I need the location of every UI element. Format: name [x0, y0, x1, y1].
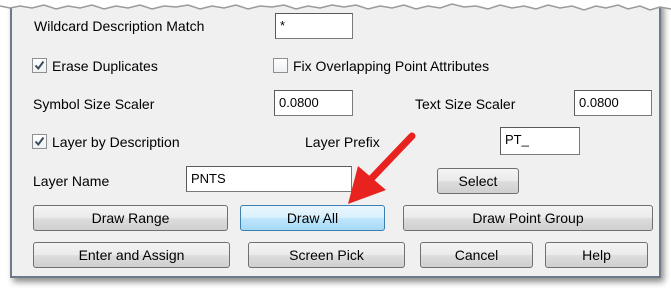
layer-name-label: Layer Name — [33, 173, 110, 189]
fix-overlapping-checkbox[interactable] — [273, 58, 288, 73]
enter-and-assign-button[interactable]: Enter and Assign — [33, 242, 230, 268]
layer-name-input[interactable]: PNTS — [186, 166, 352, 192]
help-button[interactable]: Help — [545, 242, 648, 268]
checkmark-icon — [34, 60, 45, 71]
text-size-scaler-input[interactable]: 0.0800 — [574, 90, 652, 116]
dialog-left-border — [10, 6, 12, 276]
draw-point-group-button[interactable]: Draw Point Group — [403, 205, 653, 231]
layer-prefix-input[interactable]: PT_ — [500, 127, 580, 155]
screen-pick-button[interactable]: Screen Pick — [248, 242, 405, 268]
symbol-size-scaler-input[interactable]: 0.0800 — [274, 90, 353, 116]
screenshot-canvas: Wildcard Description Match * Erase Dupli… — [0, 0, 671, 288]
symbol-size-scaler-label: Symbol Size Scaler — [33, 96, 155, 112]
wildcard-description-input[interactable]: * — [275, 13, 353, 39]
dialog-bottom-border — [10, 276, 661, 278]
layer-by-description-label: Layer by Description — [52, 134, 180, 150]
layer-by-description-checkbox[interactable] — [32, 134, 47, 149]
checkmark-icon — [34, 136, 45, 147]
draw-range-button[interactable]: Draw Range — [33, 205, 228, 231]
erase-duplicates-label: Erase Duplicates — [52, 58, 158, 74]
cancel-button[interactable]: Cancel — [420, 242, 533, 268]
erase-duplicates-checkbox[interactable] — [32, 58, 47, 73]
draw-all-button[interactable]: Draw All — [240, 205, 385, 231]
layer-prefix-label: Layer Prefix — [305, 134, 380, 150]
text-size-scaler-label: Text Size Scaler — [415, 96, 516, 112]
select-button[interactable]: Select — [437, 168, 519, 194]
dialog-right-border — [659, 6, 661, 276]
wildcard-description-label: Wildcard Description Match — [34, 18, 205, 34]
fix-overlapping-label: Fix Overlapping Point Attributes — [293, 58, 490, 74]
